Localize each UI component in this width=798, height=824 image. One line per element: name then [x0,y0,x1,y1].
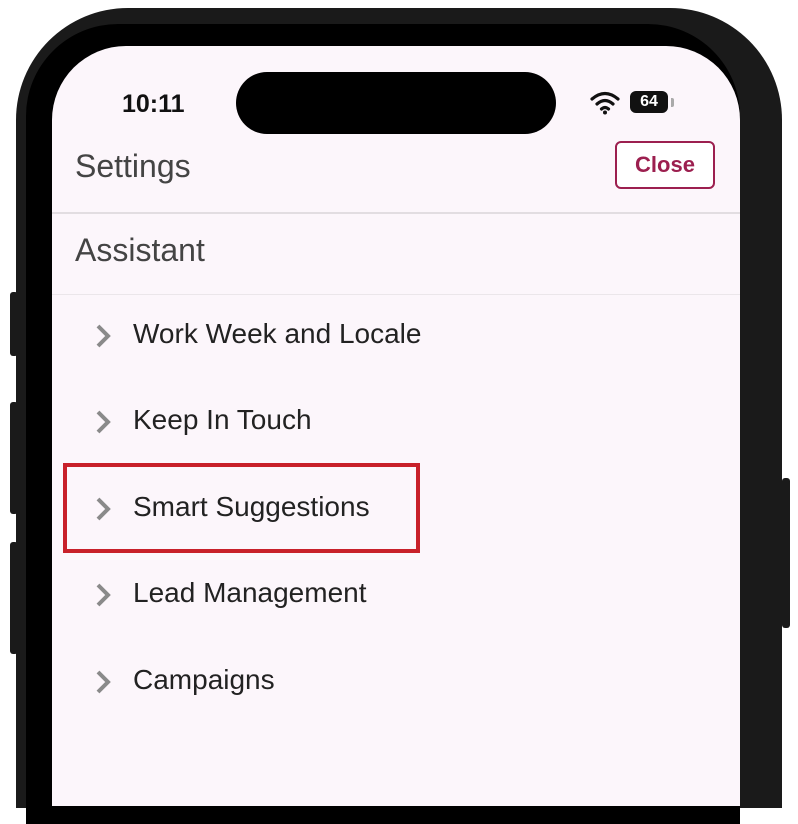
dynamic-island [236,72,556,134]
settings-header: Settings Close [52,138,740,214]
menu-item-campaigns[interactable]: Campaigns [52,640,740,726]
page-title: Settings [75,148,191,184]
chevron-right-icon [96,670,111,694]
action-button [10,292,18,356]
menu-item-smart-suggestions[interactable]: Smart Suggestions [52,467,740,553]
menu-item-label: Smart Suggestions [133,491,370,522]
chevron-right-icon [96,324,111,348]
battery-tip [671,98,674,107]
chevron-right-icon [96,497,111,521]
status-time: 10:11 [122,90,185,118]
menu-item-work-week-and-locale[interactable]: Work Week and Locale [52,294,740,380]
menu-item-label: Lead Management [133,577,367,608]
wifi-icon [590,91,620,115]
battery-icon: 64 [630,91,668,113]
battery-level: 64 [640,93,658,110]
chevron-right-icon [96,583,111,607]
power-button [782,478,790,628]
phone-screen: 10:11 64 Settings Close Assistant Work W… [52,46,740,806]
volume-up-button [10,402,18,514]
menu-item-keep-in-touch[interactable]: Keep In Touch [52,380,740,466]
section-title: Assistant [75,232,205,268]
chevron-right-icon [96,410,111,434]
volume-down-button [10,542,18,654]
menu-item-label: Work Week and Locale [133,318,422,349]
section-header: Assistant [52,212,740,295]
menu-item-lead-management[interactable]: Lead Management [52,553,740,639]
menu-item-label: Campaigns [133,664,275,695]
menu-item-label: Keep In Touch [133,404,312,435]
close-button[interactable]: Close [615,141,715,189]
